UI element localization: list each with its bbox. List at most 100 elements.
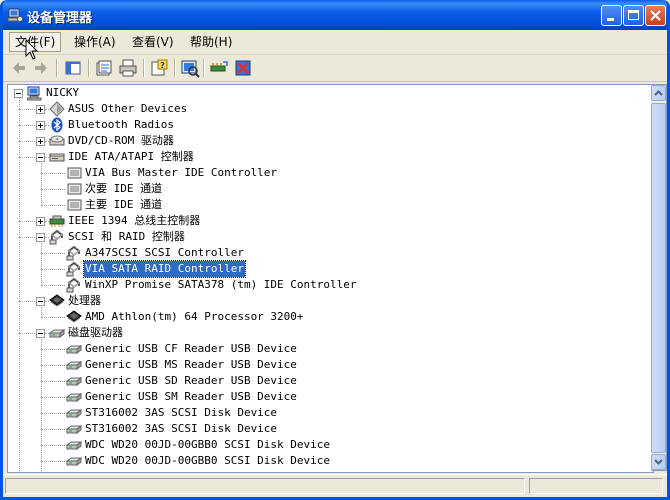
tree-connector <box>41 285 65 286</box>
scsi-icon <box>66 277 81 293</box>
help-icon[interactable]: ? <box>149 58 169 78</box>
device-manager-window: 设备管理器 文件(F) 操作(A) 查看(V) 帮助(H) ? NICKY ASU… <box>0 0 670 500</box>
menu-bar: 文件(F) 操作(A) 查看(V) 帮助(H) <box>3 30 667 55</box>
device-label: WinXP Promise SATA378 (tm) IDE Controlle… <box>85 278 357 291</box>
device-label: 次要 IDE 通道 <box>85 182 163 195</box>
tree-connector <box>45 109 49 110</box>
collapse-toggle[interactable] <box>36 233 45 242</box>
tree-connector <box>41 163 42 205</box>
device-label: ST316002 3AS SCSI Disk Device <box>85 422 278 435</box>
device-label: Generic USB SM Reader USB Device <box>85 390 297 403</box>
tree-connector <box>41 413 65 414</box>
device-label: A347SCSI SCSI Controller <box>85 246 244 259</box>
computer-icon <box>27 86 42 101</box>
category-label: Bluetooth Radios <box>68 118 174 131</box>
status-bar <box>3 474 667 497</box>
scroll-down-button[interactable] <box>651 454 666 470</box>
back-icon[interactable] <box>9 58 29 78</box>
device-label: ST316002 3AS SCSI Disk Device <box>85 406 278 419</box>
tree-connector <box>19 97 20 472</box>
uninstall-icon[interactable] <box>233 58 253 78</box>
update-driver-icon[interactable] <box>209 58 229 78</box>
scroll-thumb[interactable] <box>651 103 666 453</box>
device-label: Generic USB MS Reader USB Device <box>85 358 297 371</box>
tree-connector <box>41 189 65 190</box>
tree-connector <box>45 157 49 158</box>
ide-channel-icon <box>67 167 82 179</box>
bluetooth-icon <box>51 117 63 133</box>
tree-connector <box>19 157 35 158</box>
tree-connector <box>41 365 65 366</box>
expand-toggle[interactable] <box>36 137 45 146</box>
device-label: 主要 IDE 通道 <box>85 198 163 211</box>
tree-connector <box>41 317 65 318</box>
tree-connector <box>19 301 35 302</box>
category-label: IDE ATA/ATAPI 控制器 <box>68 150 194 163</box>
toolbar-separator <box>174 59 176 77</box>
expand-toggle[interactable] <box>36 217 45 226</box>
toolbar-separator <box>56 59 58 77</box>
expand-toggle[interactable] <box>36 105 45 114</box>
tree-connector <box>41 445 65 446</box>
toolbar-separator <box>88 59 90 77</box>
category-label: 磁盘驱动器 <box>68 326 123 339</box>
disk-drive-icon <box>66 361 82 370</box>
tree-connector <box>41 339 42 472</box>
maximize-icon <box>628 10 639 20</box>
toolbar-separator <box>203 59 205 77</box>
collapse-toggle[interactable] <box>36 329 45 338</box>
scroll-up-button[interactable] <box>651 85 666 101</box>
menu-view[interactable]: 查看(V) <box>127 33 179 51</box>
properties-icon[interactable] <box>94 58 114 78</box>
tree-connector <box>41 253 65 254</box>
scsi-icon <box>66 245 81 261</box>
device-tree[interactable]: NICKY ASUS Other Devices Bluetooth Radios D… <box>7 84 654 473</box>
toolbar: ? <box>3 55 667 82</box>
collapse-toggle[interactable] <box>36 297 45 306</box>
ide-controller-icon <box>49 153 65 162</box>
collapse-toggle[interactable] <box>36 153 45 162</box>
vertical-scrollbar[interactable] <box>651 84 667 471</box>
ieee1394-icon <box>49 215 65 227</box>
expand-toggle[interactable] <box>36 121 45 130</box>
tree-connector <box>45 125 49 126</box>
disk-drive-icon <box>66 441 82 450</box>
minimize-icon <box>607 18 614 21</box>
tree-connector <box>19 109 35 110</box>
tree-connector <box>41 397 65 398</box>
scsi-icon <box>66 261 81 277</box>
svg-text:?: ? <box>160 61 165 70</box>
menu-action[interactable]: 操作(A) <box>69 33 121 51</box>
tree-connector <box>45 333 49 334</box>
tree-connector <box>41 269 65 270</box>
print-icon[interactable] <box>118 58 138 78</box>
device-label: WDC WD20 00JD-00GBB0 SCSI Disk Device <box>85 438 331 451</box>
menu-help[interactable]: 帮助(H) <box>185 33 237 51</box>
maximize-button[interactable] <box>623 5 644 26</box>
tree-connector <box>19 333 35 334</box>
window-title: 设备管理器 <box>27 11 93 26</box>
tree-connector <box>45 141 49 142</box>
close-icon <box>650 10 661 21</box>
device-label: WDC WD20 00JD-00GBB0 SCSI Disk Device <box>85 454 331 467</box>
forward-icon[interactable] <box>31 58 51 78</box>
scan-hardware-icon[interactable] <box>180 58 200 78</box>
ide-channel-icon <box>67 199 82 211</box>
toolbar-separator <box>143 59 145 77</box>
disk-drive-icon <box>49 329 65 338</box>
tree-connector <box>45 301 49 302</box>
mouse-cursor-icon <box>25 39 39 60</box>
cdrom-icon <box>49 135 65 146</box>
show-hide-console-tree-icon[interactable] <box>63 58 83 78</box>
tree-connector <box>41 307 42 317</box>
close-button[interactable] <box>645 5 666 26</box>
status-cell-secondary <box>529 478 663 494</box>
minimize-button[interactable] <box>601 5 622 26</box>
tree-connector <box>41 349 65 350</box>
chevron-down-icon <box>654 459 663 465</box>
tree-connector <box>41 173 65 174</box>
title-bar[interactable]: 设备管理器 <box>3 0 667 30</box>
status-cell-main <box>5 478 525 494</box>
tree-connector <box>19 237 35 238</box>
disk-drive-icon <box>66 409 82 418</box>
